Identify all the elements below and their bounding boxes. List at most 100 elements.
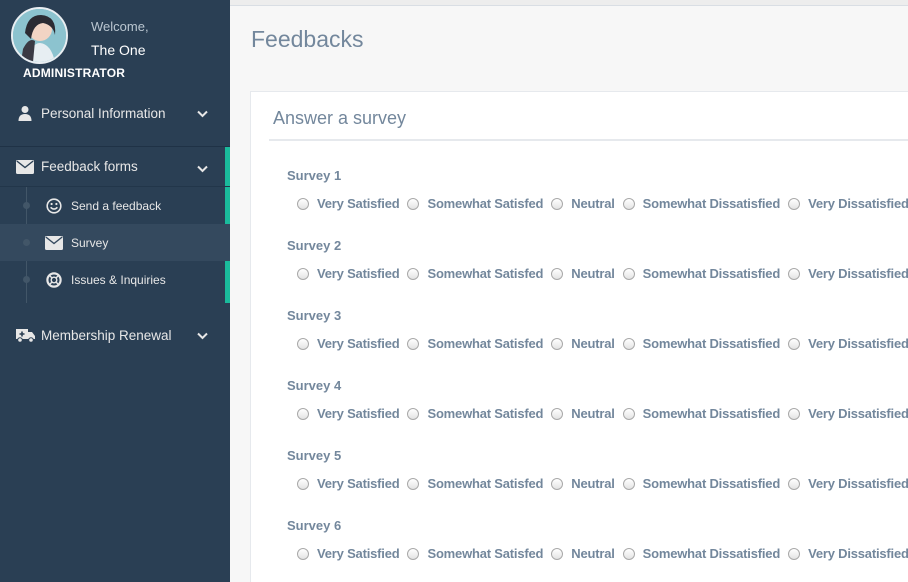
rating-option[interactable]: Neutral xyxy=(551,476,615,491)
rating-option[interactable]: Neutral xyxy=(551,406,615,421)
radio-button[interactable] xyxy=(622,267,635,280)
survey-label: Survey 4 xyxy=(287,378,342,393)
radio-button[interactable] xyxy=(551,477,564,490)
radio-button[interactable] xyxy=(788,337,801,350)
menu-section-personal: Personal Information xyxy=(0,88,230,138)
radio-button[interactable] xyxy=(407,267,420,280)
radio-button[interactable] xyxy=(297,197,309,210)
rating-option[interactable]: Somewhat Satisfed xyxy=(407,546,543,561)
radio-button[interactable] xyxy=(407,407,420,420)
rating-option[interactable]: Very Satisfied xyxy=(297,406,400,421)
rating-option[interactable]: Somewhat Dissatisfied xyxy=(622,546,780,561)
user-icon xyxy=(15,103,35,123)
rating-option-label: Neutral xyxy=(571,476,615,491)
rating-option[interactable]: Very Dissatisfied xyxy=(788,266,908,281)
rating-option[interactable]: Very Satisfied xyxy=(297,336,400,351)
radio-button[interactable] xyxy=(551,337,564,350)
survey-label: Survey 3 xyxy=(287,308,342,323)
divider xyxy=(269,139,908,141)
chevron-down-icon xyxy=(197,106,208,121)
sidebar-item-survey[interactable]: Survey xyxy=(0,224,230,261)
menu-item-feedback-forms[interactable]: Feedback forms xyxy=(0,147,230,187)
radio-button[interactable] xyxy=(622,477,635,490)
rating-option[interactable]: Somewhat Dissatisfied xyxy=(622,406,780,421)
radio-button[interactable] xyxy=(788,547,801,560)
rating-option[interactable]: Somewhat Satisfed xyxy=(407,196,543,211)
rating-option[interactable]: Very Dissatisfied xyxy=(788,546,908,561)
smile-icon xyxy=(44,197,64,215)
rating-option-label: Neutral xyxy=(571,336,615,351)
avatar[interactable] xyxy=(11,7,68,64)
radio-button[interactable] xyxy=(407,477,420,490)
rating-option[interactable]: Very Satisfied xyxy=(297,546,400,561)
bullet xyxy=(23,239,30,246)
rating-option[interactable]: Neutral xyxy=(551,336,615,351)
rating-option[interactable]: Very Dissatisfied xyxy=(788,196,908,211)
rating-option[interactable]: Neutral xyxy=(551,196,615,211)
menu-item-personal-information[interactable]: Personal Information xyxy=(0,88,230,138)
bullet xyxy=(23,276,30,283)
radio-button[interactable] xyxy=(297,267,309,280)
radio-button[interactable] xyxy=(551,267,564,280)
rating-option[interactable]: Somewhat Satisfed xyxy=(407,336,543,351)
rating-option[interactable]: Somewhat Satisfed xyxy=(407,406,543,421)
radio-button[interactable] xyxy=(622,197,635,210)
chevron-down-icon xyxy=(197,328,208,343)
radio-button[interactable] xyxy=(297,337,309,350)
radio-button[interactable] xyxy=(297,477,309,490)
radio-button[interactable] xyxy=(407,337,420,350)
rating-option-label: Neutral xyxy=(571,266,615,281)
radio-button[interactable] xyxy=(551,547,564,560)
survey-question: Survey 4 Very Satisfied Somewhat Satisfed N… xyxy=(287,378,908,448)
rating-option-label: Very Satisfied xyxy=(317,266,400,281)
sidebar-item-issues-inquiries[interactable]: Issues & Inquiries xyxy=(0,261,230,298)
rating-option[interactable]: Very Satisfied xyxy=(297,196,400,211)
sidebar-item-send-feedback[interactable]: Send a feedback xyxy=(0,187,230,224)
feedback-submenu: Send a feedback Survey Issues & Inquirie… xyxy=(0,187,230,303)
rating-option-label: Very Satisfied xyxy=(317,336,400,351)
rating-option[interactable]: Neutral xyxy=(551,546,615,561)
menu-section-membership: Membership Renewal xyxy=(0,310,230,360)
rating-option[interactable]: Very Satisfied xyxy=(297,476,400,491)
rating-option[interactable]: Very Satisfied xyxy=(297,266,400,281)
radio-button[interactable] xyxy=(551,407,564,420)
rating-option[interactable]: Somewhat Dissatisfied xyxy=(622,476,780,491)
survey-label: Survey 1 xyxy=(287,168,342,183)
rating-option[interactable]: Somewhat Dissatisfied xyxy=(622,196,780,211)
page-title: Feedbacks xyxy=(251,26,364,52)
panel-title: Answer a survey xyxy=(273,108,407,128)
radio-button[interactable] xyxy=(407,547,420,560)
user-role: ADMINISTRATOR xyxy=(23,66,126,80)
radio-button[interactable] xyxy=(297,407,309,420)
rating-option-label: Somewhat Satisfed xyxy=(427,546,544,561)
survey-panel: Answer a survey Survey 1 Very Satisfied So… xyxy=(250,91,908,582)
radio-button[interactable] xyxy=(551,197,564,210)
bullet xyxy=(23,202,30,209)
radio-button[interactable] xyxy=(788,267,801,280)
menu-item-membership-renewal[interactable]: Membership Renewal xyxy=(0,310,230,360)
rating-options: Very Satisfied Somewhat Satisfed Neutral So… xyxy=(297,406,908,421)
radio-button[interactable] xyxy=(788,477,801,490)
radio-button[interactable] xyxy=(407,197,420,210)
ambulance-icon xyxy=(15,325,35,345)
radio-button[interactable] xyxy=(297,547,309,560)
rating-options: Very Satisfied Somewhat Satisfed Neutral So… xyxy=(297,336,908,351)
rating-option[interactable]: Somewhat Satisfed xyxy=(407,266,543,281)
rating-option-label: Somewhat Satisfed xyxy=(427,406,544,421)
radio-button[interactable] xyxy=(622,337,635,350)
radio-button[interactable] xyxy=(788,197,801,210)
radio-button[interactable] xyxy=(788,407,801,420)
rating-option-label: Somewhat Satisfed xyxy=(427,476,544,491)
rating-option[interactable]: Very Dissatisfied xyxy=(788,476,908,491)
radio-button[interactable] xyxy=(622,547,635,560)
rating-option-label: Very Dissatisfied xyxy=(808,196,908,211)
rating-option[interactable]: Somewhat Dissatisfied xyxy=(622,266,780,281)
rating-option[interactable]: Somewhat Dissatisfied xyxy=(622,336,781,351)
radio-button[interactable] xyxy=(622,407,635,420)
rating-option[interactable]: Neutral xyxy=(551,266,615,281)
rating-option[interactable]: Very Dissatisfied xyxy=(788,336,908,351)
rating-option-label: Somewhat Dissatisfied xyxy=(642,336,781,351)
rating-option[interactable]: Somewhat Satisfed xyxy=(407,476,543,491)
chevron-down-icon xyxy=(197,161,208,176)
rating-option[interactable]: Very Dissatisfied xyxy=(788,406,908,421)
